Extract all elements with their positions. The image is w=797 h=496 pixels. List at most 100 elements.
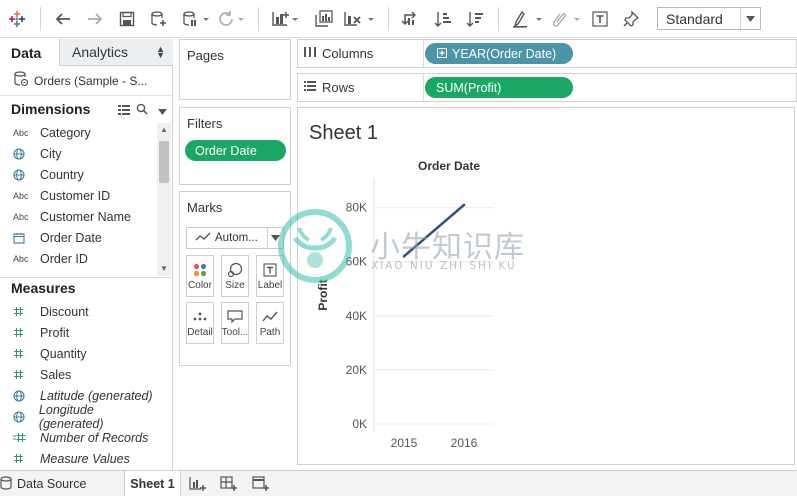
field-name: Latitude (generated): [40, 388, 153, 403]
columns-shelf[interactable]: Columns YEAR(Order Date): [297, 39, 797, 68]
marks-path-button[interactable]: Path: [256, 302, 284, 344]
new-worksheet-icon[interactable]: [270, 6, 300, 32]
string-type-icon: Abc: [13, 190, 29, 201]
field-city[interactable]: City: [0, 143, 157, 164]
refresh-icon[interactable]: [216, 6, 246, 32]
datasource-icon: [14, 71, 29, 90]
view-list-icon[interactable]: [118, 102, 130, 118]
dimensions-title: Dimensions: [11, 101, 91, 117]
search-icon[interactable]: [136, 102, 148, 118]
field-name: Customer Name: [40, 209, 131, 224]
show-labels-icon[interactable]: [589, 6, 611, 32]
expand-icon[interactable]: [437, 47, 447, 61]
marks-size-button[interactable]: Size: [221, 255, 249, 297]
columns-pill-year-order-date[interactable]: YEAR(Order Date): [425, 43, 573, 64]
field-name: City: [40, 146, 62, 161]
field-profit[interactable]: Profit: [0, 322, 157, 343]
sort-ascending-icon[interactable]: [432, 6, 454, 32]
detail-icon: [192, 307, 208, 327]
field-discount[interactable]: Discount: [0, 301, 157, 322]
measures-title: Measures: [11, 280, 76, 296]
undo-icon[interactable]: [52, 6, 74, 32]
globe-icon: [0, 168, 40, 181]
field-category[interactable]: Abc Category: [0, 122, 157, 143]
sheet-view[interactable]: Sheet 1 0K 20K 40K 60K 80K Order Date Profit 20…: [297, 107, 795, 465]
scrollbar-thumb[interactable]: [159, 141, 169, 183]
swap-axes-icon[interactable]: [399, 6, 421, 32]
field-quantity[interactable]: Quantity: [0, 343, 157, 364]
scroll-up-icon[interactable]: ▲: [160, 125, 168, 134]
group-icon[interactable]: [548, 6, 582, 32]
clear-sheet-icon[interactable]: [342, 6, 376, 32]
field-longitude-generated[interactable]: Longitude (generated): [0, 403, 157, 431]
field-customer-id[interactable]: Abc Customer ID: [0, 185, 157, 206]
duplicate-sheet-icon[interactable]: [312, 6, 336, 32]
field-measure-values[interactable]: Measure Values: [0, 448, 157, 469]
rows-pill-sum-profit[interactable]: SUM(Profit): [425, 77, 573, 98]
field-country[interactable]: Country: [0, 164, 157, 185]
marks-title: Marks: [187, 200, 223, 215]
line-mark-icon: [187, 232, 215, 245]
tab-sheet-1[interactable]: Sheet 1: [124, 471, 181, 496]
sort-arrows-icon: ▲ ▼: [156, 44, 165, 60]
tab-analytics-label: Analytics: [72, 44, 129, 60]
view-mode-select[interactable]: Standard: [657, 7, 761, 30]
filters-shelf[interactable]: Filters Order Date: [179, 107, 291, 185]
scroll-down-icon[interactable]: ▼: [160, 264, 168, 273]
sort-descending-icon[interactable]: [464, 6, 486, 32]
pages-shelf[interactable]: Pages: [179, 39, 291, 100]
marks-color-label: Color: [188, 280, 212, 291]
calculated-number-icon: [0, 432, 40, 443]
new-worksheet-tab-icon[interactable]: [187, 471, 209, 496]
field-number-of-records[interactable]: Number of Records: [0, 427, 157, 448]
marks-label-label: Label: [257, 280, 283, 291]
tab-data[interactable]: Data: [0, 39, 59, 66]
marks-detail-button[interactable]: Detail: [186, 302, 214, 344]
profit-line-chart[interactable]: 0K 20K 40K 60K 80K Order Date Profit 2015 2016: [298, 108, 796, 466]
chevron-down-icon[interactable]: [158, 102, 167, 118]
toolbar: Standard: [0, 0, 797, 38]
field-order-id[interactable]: Abc Order ID: [0, 248, 157, 269]
pin-icon[interactable]: [620, 6, 642, 32]
field-name: Order Date: [40, 230, 102, 245]
globe-icon: [0, 410, 39, 423]
field-order-date[interactable]: Order Date: [0, 227, 157, 248]
string-type-icon: Abc: [13, 211, 29, 222]
filter-pill-order-date[interactable]: Order Date: [185, 140, 286, 161]
field-name: Country: [40, 167, 84, 182]
field-name: Discount: [40, 304, 89, 319]
new-dashboard-tab-icon[interactable]: [218, 471, 240, 496]
mark-type-select[interactable]: Autom...: [186, 227, 284, 249]
rows-icon: [304, 80, 322, 95]
tab-analytics[interactable]: Analytics ▲ ▼: [59, 39, 173, 66]
chevron-down-icon: [267, 228, 283, 248]
field-name: Order ID: [40, 251, 88, 266]
tooltip-icon: [227, 307, 243, 327]
sheet-tab-strip: Data Source Sheet 1: [0, 470, 797, 496]
number-type-icon: [0, 348, 40, 359]
tableau-logo-icon[interactable]: [6, 6, 28, 32]
number-type-icon: [0, 453, 40, 464]
marks-card: Marks Autom... Color Size Label Detail T…: [179, 191, 291, 366]
tab-data-source[interactable]: Data Source: [0, 471, 118, 496]
dimensions-scrollbar[interactable]: ▲ ▼: [157, 123, 171, 276]
field-customer-name[interactable]: Abc Customer Name: [0, 206, 157, 227]
pause-updates-icon[interactable]: [180, 6, 210, 32]
data-pane: Data Analytics ▲ ▼ Orders (Sample - S... …: [0, 39, 173, 470]
save-icon[interactable]: [116, 6, 138, 32]
dimensions-header: Dimensions: [0, 97, 173, 121]
new-story-tab-icon[interactable]: [250, 471, 272, 496]
redo-icon[interactable]: [84, 6, 106, 32]
rows-shelf[interactable]: Rows SUM(Profit): [297, 73, 797, 102]
pages-title: Pages: [187, 48, 224, 63]
field-sales[interactable]: Sales: [0, 364, 157, 385]
marks-tooltip-button[interactable]: Tool...: [221, 302, 249, 344]
marks-color-button[interactable]: Color: [186, 255, 214, 297]
highlight-icon[interactable]: [510, 6, 544, 32]
new-datasource-icon[interactable]: [148, 6, 170, 32]
size-icon: [227, 260, 243, 280]
datasource-item[interactable]: Orders (Sample - S...: [0, 66, 173, 96]
number-type-icon: [0, 306, 40, 317]
label-icon: [263, 260, 277, 280]
marks-label-button[interactable]: Label: [256, 255, 284, 297]
